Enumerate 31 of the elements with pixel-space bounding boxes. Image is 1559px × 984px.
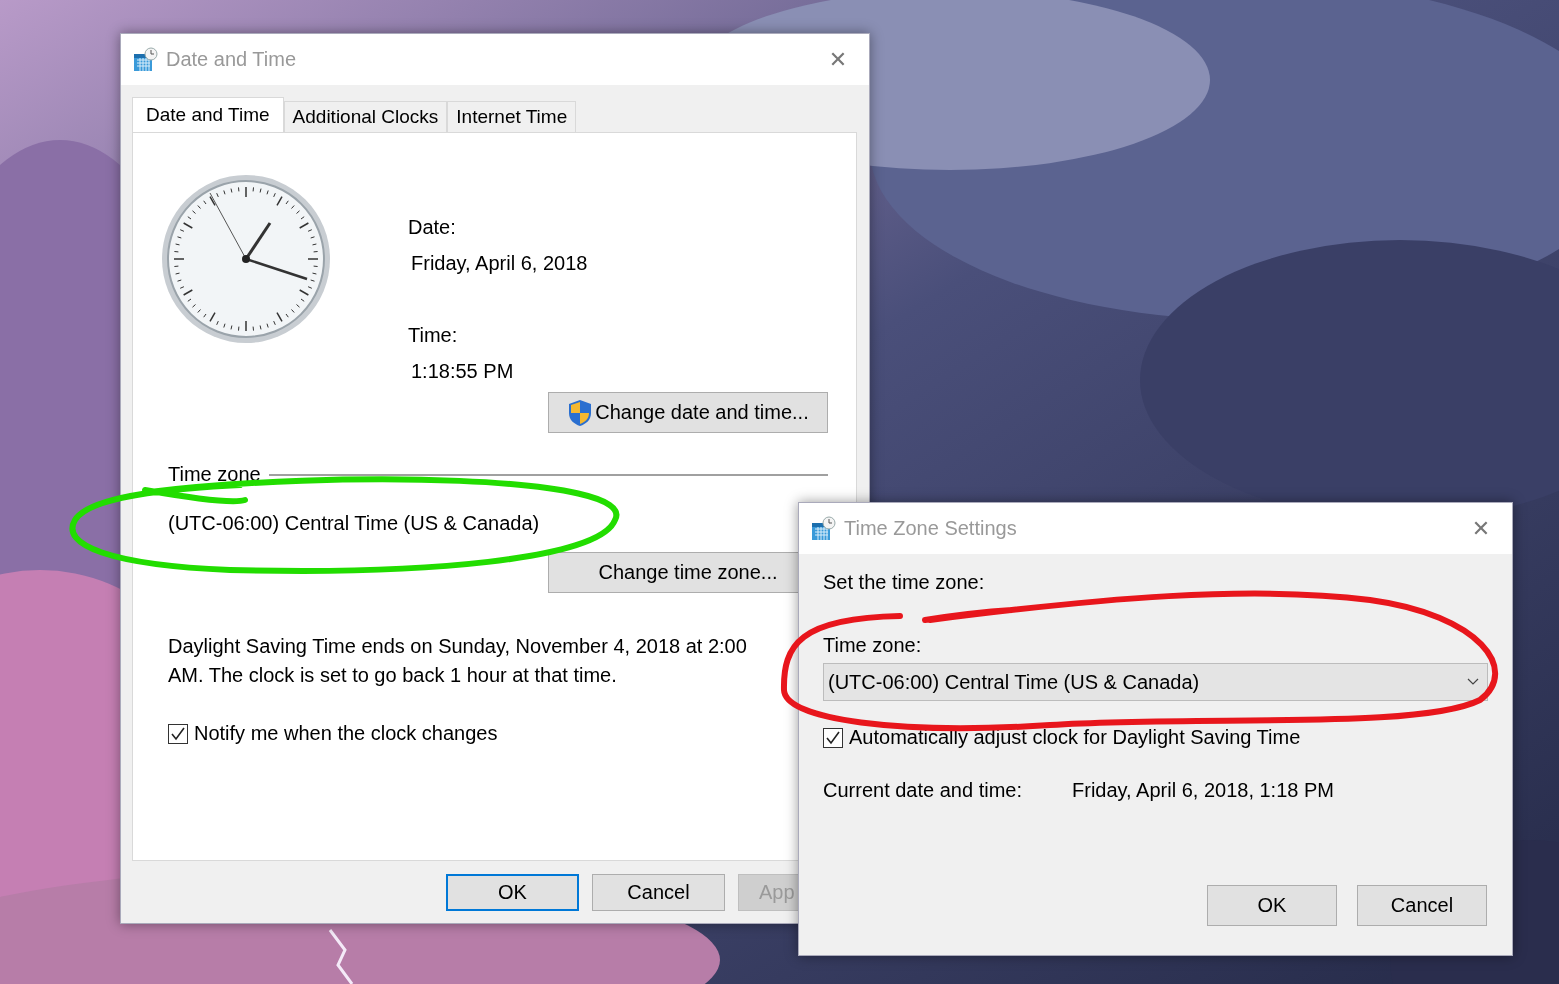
- time-zone-value: (UTC-06:00) Central Time (US & Canada): [168, 512, 540, 535]
- dialog-button[interactable]: Cancel: [1357, 885, 1487, 926]
- dialog-button[interactable]: OK: [446, 874, 579, 911]
- calendar-clock-icon: [812, 516, 836, 540]
- dst-note: Daylight Saving Time ends on Sunday, November 4, 2018 at 2:00 AM. The clock is set to go back 1 hour at that time.: [168, 634, 748, 688]
- time-label: Time:: [408, 323, 459, 348]
- calendar-clock-icon: [134, 47, 158, 71]
- tab[interactable]: Internet Time: [447, 101, 577, 132]
- window-title: Date and Time: [166, 48, 298, 71]
- time-value: 1:18:55 PM: [410, 359, 515, 384]
- chevron-down-icon: [1467, 678, 1479, 685]
- tab[interactable]: Additional Clocks: [283, 101, 448, 132]
- checkbox[interactable]: [168, 723, 188, 744]
- time-zone-dropdown[interactable]: (UTC-06:00) Central Time (US & Canada): [823, 663, 1488, 701]
- checkbox-label: Automatically adjust clock for Daylight Saving Time: [849, 726, 1301, 749]
- dialog-button[interactable]: OK: [1207, 885, 1337, 926]
- shield-icon: [569, 399, 592, 426]
- dialog-button[interactable]: Cancel: [592, 874, 725, 911]
- group-label: Time zone: [168, 463, 261, 486]
- date-value: Friday, April 6, 2018: [410, 251, 588, 276]
- tab[interactable]: Date and Time: [132, 97, 284, 132]
- current-date-label: Current date and time:: [823, 779, 1023, 802]
- close-button[interactable]: ✕: [815, 39, 861, 80]
- date-label: Date:: [408, 215, 457, 240]
- current-date-value: Friday, April 6, 2018, 1:18 PM: [1072, 779, 1334, 802]
- close-button[interactable]: ✕: [1458, 508, 1504, 549]
- window-title: Time Zone Settings: [844, 517, 1018, 540]
- time-zone-label: Time zone:: [823, 634, 923, 657]
- change-date-time-button[interactable]: Change date and time...: [548, 392, 828, 433]
- checkbox-label: Notify me when the clock changes: [194, 722, 498, 745]
- checkbox[interactable]: [823, 727, 843, 748]
